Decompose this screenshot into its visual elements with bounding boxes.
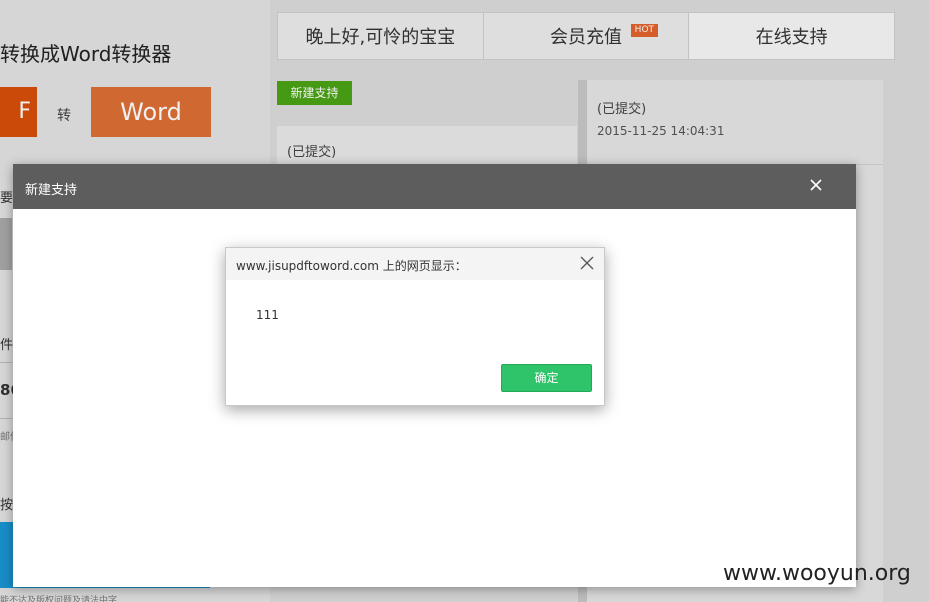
watermark: www.wooyun.org: [723, 561, 911, 586]
modal-header: 新建支持: [13, 164, 856, 209]
close-icon[interactable]: [580, 256, 594, 270]
ok-button[interactable]: 确定: [501, 364, 592, 392]
alert-header: www.jisupdftoword.com 上的网页显示：: [226, 248, 604, 280]
modal-title: 新建支持: [25, 183, 78, 198]
close-icon[interactable]: [808, 177, 824, 193]
alert-dialog: www.jisupdftoword.com 上的网页显示： 111 确定: [225, 247, 605, 406]
alert-title: www.jisupdftoword.com 上的网页显示：: [236, 259, 467, 273]
alert-message: 111: [256, 308, 279, 322]
